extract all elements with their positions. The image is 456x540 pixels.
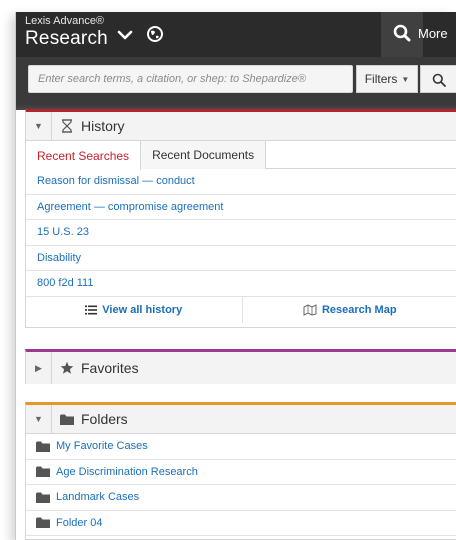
- folder-item[interactable]: Age Discrimination Research: [26, 460, 456, 485]
- search-bar: Filters ▼: [16, 57, 456, 104]
- folder-name: Folder 04: [56, 516, 103, 529]
- favorites-title: Favorites: [81, 360, 139, 376]
- favorites-panel: ▶ Favorites: [25, 349, 456, 384]
- search-input[interactable]: [28, 65, 353, 93]
- brand-title: Research: [25, 28, 108, 49]
- folder-item[interactable]: Folder 04: [26, 511, 456, 536]
- history-item[interactable]: Disability: [26, 246, 456, 271]
- view-all-history-link[interactable]: View all history: [26, 297, 242, 323]
- history-list: Reason for dismissal — conduct Agreement…: [26, 169, 456, 297]
- app-window: Lexis Advance® Research More Filters ▼: [15, 12, 456, 540]
- search-submit-button[interactable]: [420, 65, 456, 93]
- search-toggle-button[interactable]: [381, 12, 423, 57]
- folders-panel: ▼ Folders My Favorite Cases Age Discrimi…: [25, 402, 456, 540]
- history-tabs: Recent Searches Recent Documents: [26, 141, 456, 170]
- filters-button[interactable]: Filters ▼: [356, 65, 418, 93]
- history-header[interactable]: ▼ History: [26, 112, 456, 141]
- expand-triangle-icon[interactable]: ▶: [26, 352, 52, 384]
- history-panel: ▼ History Recent Searches Recent Documen…: [25, 109, 456, 328]
- caret-down-icon: ▼: [401, 74, 410, 84]
- filters-label: Filters: [364, 72, 398, 86]
- folder-name: My Favorite Cases: [56, 440, 148, 453]
- folder-item[interactable]: Landmark Cases: [26, 485, 456, 511]
- folder-icon: [36, 517, 50, 529]
- hourglass-icon: [60, 119, 74, 133]
- brand-logo[interactable]: Lexis Advance® Research: [25, 15, 108, 49]
- history-item[interactable]: Agreement — compromise agreement: [26, 195, 456, 220]
- folder-name: Age Discrimination Research: [56, 465, 198, 478]
- folders-title: Folders: [81, 411, 128, 427]
- search-icon: [393, 24, 411, 42]
- history-item[interactable]: 800 f2d 111: [26, 271, 456, 297]
- history-item[interactable]: Reason for dismissal — conduct: [26, 169, 456, 195]
- list-icon: [85, 305, 98, 314]
- folders-header[interactable]: ▼ Folders: [26, 405, 456, 434]
- history-item[interactable]: 15 U.S. 23: [26, 220, 456, 246]
- chevron-down-icon[interactable]: [117, 28, 133, 42]
- view-all-history-label: View all history: [102, 303, 183, 316]
- search-icon: [432, 73, 446, 87]
- folder-icon: [36, 492, 50, 503]
- history-footer: View all history Research Map: [26, 296, 456, 323]
- tab-recent-searches[interactable]: Recent Searches: [26, 141, 142, 170]
- folder-icon: [60, 412, 74, 426]
- folders-list: My Favorite Cases Age Discrimination Res…: [26, 434, 456, 536]
- folder-name: Landmark Cases: [56, 491, 140, 504]
- map-icon: [303, 303, 317, 316]
- collapse-triangle-icon[interactable]: ▼: [26, 405, 52, 433]
- brand-product: Lexis Advance®: [25, 15, 105, 27]
- folder-icon: [36, 441, 50, 452]
- research-map-label: Research Map: [321, 303, 397, 316]
- tab-recent-documents[interactable]: Recent Documents: [141, 141, 267, 169]
- collapse-triangle-icon[interactable]: ▼: [26, 112, 52, 140]
- research-map-link[interactable]: Research Map: [241, 296, 456, 323]
- history-title: History: [81, 118, 125, 134]
- more-menu[interactable]: More: [418, 26, 448, 41]
- folder-item[interactable]: My Favorite Cases: [26, 434, 456, 460]
- star-icon: [60, 361, 74, 375]
- folder-icon: [36, 466, 50, 478]
- favorites-header[interactable]: ▶ Favorites: [26, 352, 456, 384]
- top-bar: Lexis Advance® Research More: [16, 12, 456, 57]
- globe-icon[interactable]: [146, 25, 164, 43]
